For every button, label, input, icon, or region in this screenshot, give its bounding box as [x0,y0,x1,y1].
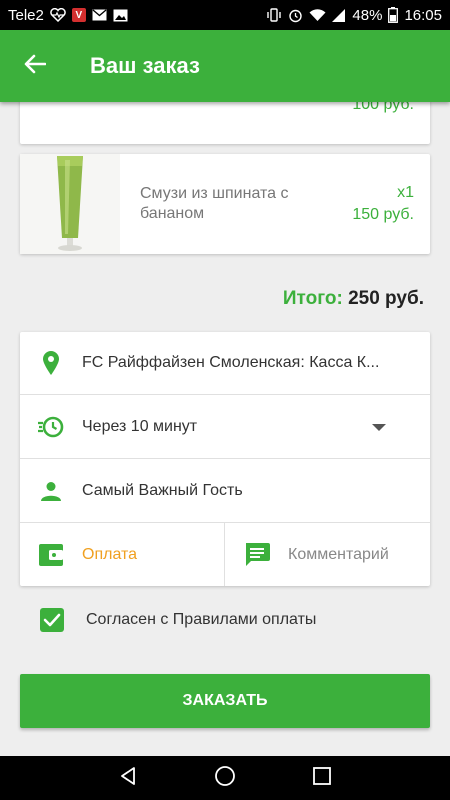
guest-name-field[interactable]: Самый Важный Гость [20,460,430,523]
triangle-back-icon [118,766,138,791]
time-selector[interactable]: Через 10 минут [20,396,430,459]
battery-percent: 48% [352,6,383,24]
total-label: Итого: [282,288,343,309]
item-name: Смузи из шпината с бананом [140,185,289,222]
order-button[interactable]: ЗАКАЗАТЬ [20,674,430,728]
payment-rules-label: Согласен с Правилами оплаты [86,611,317,628]
status-right: 48% 16:05 [266,7,442,24]
time-text: Через 10 минут [82,418,198,435]
signal-icon [332,8,346,22]
order-total: Итого: 250 руб. [283,288,424,310]
system-nav-bar [0,756,450,800]
item-quantity: x1 [397,184,414,201]
nav-back-button[interactable] [108,758,148,798]
checkbox-checked-icon[interactable] [40,608,64,632]
mail-icon [92,9,107,21]
v-app-icon: V [71,8,86,22]
wallet-icon [20,523,82,586]
payment-comment-row: Оплата Комментарий [20,523,430,586]
wifi-icon [309,8,326,22]
order-item-card: Смузи из шпината с бананом x1 150 руб. [20,154,430,254]
carrier-label: Tele2 [8,6,44,24]
status-left: Tele2 V [8,7,128,24]
heart-rate-icon [50,8,66,22]
item-price: 150 руб. [352,206,414,223]
status-bar: Tele2 V 48% 16:05 [0,0,450,30]
location-selector[interactable]: FC Райффайзен Смоленская: Касса К... [20,332,430,395]
dropdown-arrow-icon [372,424,386,431]
location-pin-icon [20,332,82,395]
comment-button[interactable]: Комментарий [226,523,430,586]
circle-home-icon [214,765,236,792]
fast-time-icon [20,396,82,459]
clock: 16:05 [404,6,442,24]
payment-text: Оплата [82,545,138,563]
item-price: 100 руб. [352,102,414,113]
order-details-card: FC Райффайзен Смоленская: Касса К... Чер… [20,332,430,586]
back-button[interactable] [0,30,70,102]
total-value: 250 руб. [348,288,424,309]
order-item-card: 100 руб. [20,102,430,144]
guest-name-text: Самый Важный Гость [82,482,243,499]
vibrate-icon [266,8,282,22]
arrow-left-icon [24,54,47,79]
comment-icon [226,523,288,586]
gallery-icon [113,9,128,22]
person-icon [20,460,82,523]
square-recents-icon [312,766,332,791]
payment-button[interactable]: Оплата [20,523,225,586]
alarm-icon [288,8,303,23]
nav-recents-button[interactable] [302,758,342,798]
page-title: Ваш заказ [90,53,200,78]
payment-rules-checkbox[interactable]: Согласен с Правилами оплаты [40,608,316,632]
smoothie-image [20,154,120,254]
location-text: FC Райффайзен Смоленская: Касса К... [82,354,380,371]
comment-text: Комментарий [288,545,389,563]
battery-icon [388,7,399,23]
app-bar: Ваш заказ [0,30,450,102]
nav-home-button[interactable] [205,758,245,798]
order-content[interactable]: 100 руб. Смузи из шпината с бананом x1 1… [0,102,450,756]
